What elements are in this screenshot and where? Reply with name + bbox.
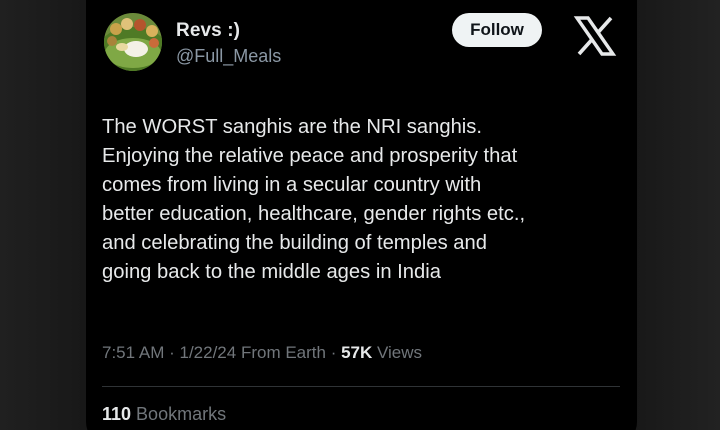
screenshot-backdrop: Revs :) @Full_Meals Follow The WORST san… (0, 0, 720, 430)
meta-separator: · (164, 343, 180, 362)
tweet-line: better education, healthcare, gender rig… (102, 203, 526, 225)
avatar[interactable] (104, 13, 162, 71)
tweet-line: comes from living in a secular country w… (102, 174, 482, 196)
x-logo-icon[interactable] (573, 14, 617, 58)
views-label: Views (372, 343, 423, 362)
food-plate-avatar-icon (104, 13, 162, 71)
tweet-line: and celebrating the building of temples … (102, 232, 487, 254)
tweet-meta: 7:51 AM · 1/22/24 From Earth · 57K Views (102, 343, 422, 363)
tweet-source: From Earth (236, 343, 326, 362)
tweet-text: The WORST sanghis are the NRI sanghis. E… (102, 113, 632, 287)
views-count: 57K (341, 343, 373, 362)
tweet-line: going back to the middle ages in India (102, 261, 441, 283)
tweet-card: Revs :) @Full_Meals Follow The WORST san… (86, 0, 637, 430)
author-display-name[interactable]: Revs :) (176, 20, 240, 42)
divider (102, 386, 620, 387)
bookmarks-label: Bookmarks (131, 404, 227, 424)
tweet-line: Enjoying the relative peace and prosperi… (102, 145, 518, 167)
meta-separator: · (325, 343, 342, 362)
follow-button[interactable]: Follow (452, 13, 542, 47)
author-handle[interactable]: @Full_Meals (176, 46, 281, 67)
tweet-date[interactable]: 1/22/24 (179, 343, 236, 362)
tweet-time[interactable]: 7:51 AM (102, 343, 164, 362)
tweet-line: The WORST sanghis are the NRI sanghis. (102, 116, 482, 138)
bookmarks-count: 110 (102, 404, 132, 424)
bookmarks-stat[interactable]: 110 Bookmarks (102, 404, 226, 425)
